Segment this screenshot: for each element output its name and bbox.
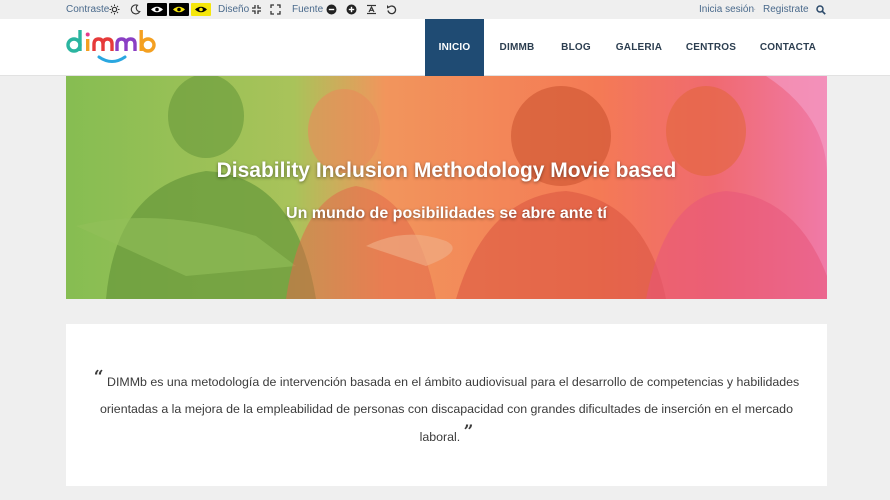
login-link[interactable]: Inicia sesión	[699, 4, 754, 15]
hero-subtitle: Un mundo de posibilidades se abre ante t…	[286, 205, 607, 222]
eye-icon	[173, 6, 185, 13]
hero-banner: Disability Inclusion Methodology Movie b…	[66, 76, 827, 299]
high-contrast-white-button[interactable]	[147, 3, 167, 16]
text-size-icon	[366, 4, 376, 15]
logo-image	[66, 30, 156, 63]
minus-circle-icon	[326, 4, 336, 15]
sun-icon	[109, 4, 120, 15]
high-contrast-black-on-yellow-button[interactable]	[191, 3, 211, 16]
increase-font-button[interactable]	[345, 3, 357, 16]
hero-photo	[66, 76, 827, 299]
site-logo[interactable]	[66, 26, 162, 66]
accessibility-toolbar: Contraste Diseño Fuente Inicia sesión · …	[0, 0, 890, 19]
design-label: Diseño	[218, 4, 250, 15]
font-style-button[interactable]	[365, 3, 377, 16]
open-quote-mark: “	[93, 367, 104, 387]
nav-item-contacta[interactable]: CONTACTA	[755, 19, 821, 76]
close-quote-mark: ”	[463, 422, 474, 442]
high-contrast-yellow-button[interactable]	[169, 3, 189, 16]
eye-icon	[195, 6, 207, 13]
intro-quote-card: “ DIMMb es una metodología de intervenci…	[66, 324, 827, 486]
search-icon	[816, 4, 826, 15]
nav-item-inicio[interactable]: INICIO	[425, 19, 484, 76]
compress-layout-button[interactable]	[250, 3, 263, 16]
expand-layout-button[interactable]	[269, 3, 282, 16]
expand-icon	[270, 4, 281, 15]
search-button[interactable]	[815, 3, 827, 16]
intro-quote-text: DIMMb es una metodología de intervención…	[100, 375, 800, 444]
intro-quote: “ DIMMb es una metodología de intervenci…	[80, 367, 813, 451]
moon-icon	[130, 4, 141, 15]
undo-icon	[386, 5, 396, 15]
nav-item-centros[interactable]: CENTROS	[680, 19, 742, 76]
reset-button[interactable]	[385, 3, 397, 16]
brightness-button[interactable]	[108, 3, 121, 16]
site-header: INICIO DIMMB BLOG GALERIA CENTROS CONTAC…	[0, 19, 890, 76]
register-link[interactable]: Registrate	[763, 4, 809, 15]
separator: ·	[753, 4, 757, 15]
decrease-font-button[interactable]	[325, 3, 337, 16]
eye-icon	[151, 6, 163, 13]
font-label: Fuente	[292, 4, 324, 15]
plus-circle-icon	[346, 4, 356, 15]
contrast-label: Contraste	[66, 4, 110, 15]
nav-item-dimmb[interactable]: DIMMB	[491, 19, 543, 76]
hero-title: Disability Inclusion Methodology Movie b…	[216, 159, 677, 182]
nav-item-galeria[interactable]: GALERIA	[611, 19, 667, 76]
nav-item-blog[interactable]: BLOG	[553, 19, 599, 76]
compress-icon	[252, 5, 261, 14]
dark-mode-button[interactable]	[129, 3, 142, 16]
